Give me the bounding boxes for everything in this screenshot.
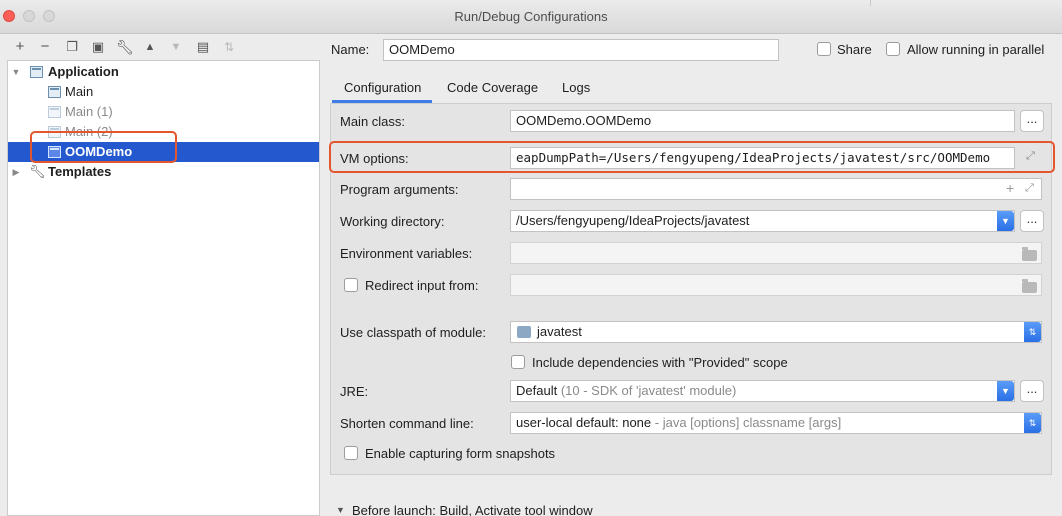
include-provided-checkbox[interactable]	[511, 355, 525, 369]
name-input[interactable]: OOMDemo	[383, 39, 779, 61]
tree-item-label: Templates	[48, 164, 112, 179]
redirect-input-field[interactable]	[510, 274, 1042, 296]
plus-icon[interactable]: +	[12, 38, 28, 56]
expand-arrow-icon[interactable]: ▼	[336, 505, 345, 515]
main-class-input[interactable]: OOMDemo.OOMDemo	[510, 110, 1015, 132]
environment-variables-input[interactable]	[510, 242, 1042, 264]
include-provided-label: Include dependencies with "Provided" sco…	[532, 355, 788, 370]
redirect-input-checkbox[interactable]	[344, 278, 358, 292]
application-icon	[48, 86, 61, 98]
capture-snapshots-checkbox[interactable]	[344, 446, 358, 460]
before-launch-label[interactable]: Before launch: Build, Activate tool wind…	[352, 503, 593, 516]
window-title: Run/Debug Configurations	[454, 9, 608, 24]
tree-item-application[interactable]: ▼ Application	[8, 62, 319, 82]
annotation-highlight-box	[329, 141, 1055, 173]
application-icon	[48, 106, 61, 118]
tab-configuration[interactable]: Configuration	[344, 78, 421, 98]
classpath-module-label: Use classpath of module:	[340, 325, 486, 340]
jre-hint: (10 - SDK of 'javatest' module)	[560, 383, 737, 398]
jre-browse-button[interactable]: ...	[1020, 380, 1044, 402]
program-arguments-input[interactable]	[510, 178, 1042, 200]
tree-item-label: Main	[65, 84, 94, 99]
jre-select[interactable]: Default (10 - SDK of 'javatest' module)	[510, 380, 1015, 402]
allow-parallel-label: Allow running in parallel	[907, 42, 1045, 57]
tree-item-main-1[interactable]: Main (1)	[8, 102, 319, 122]
configuration-editor: Name: OOMDemo Share Allow running in par…	[320, 34, 1062, 516]
main-class-label: Main class:	[340, 114, 406, 129]
configurations-tree: ▼ Application Main Main (1) Main (2) OOM…	[7, 60, 320, 516]
working-directory-label: Working directory:	[340, 214, 445, 229]
expand-arrow-icon[interactable]: ▼	[10, 62, 22, 82]
application-icon	[30, 66, 43, 78]
configurations-sidebar: + − ❐ ▣ 🔧︎ ▲ ▼ ▤ ⇅ ▼ Application Main Ma…	[0, 34, 320, 516]
tab-bar: Configuration Code Coverage Logs	[320, 74, 1062, 102]
program-arguments-label: Program arguments:	[340, 182, 459, 197]
wrench-icon[interactable]: 🔧︎	[116, 38, 134, 56]
chevron-updown-icon[interactable]: ⇅	[1024, 413, 1041, 433]
environment-variables-label: Environment variables:	[340, 246, 473, 261]
tree-item-label: Main (1)	[65, 104, 113, 119]
annotation-highlight-box	[30, 131, 177, 163]
main-class-browse-button[interactable]: ...	[1020, 110, 1044, 132]
tree-item-main[interactable]: Main	[8, 82, 319, 102]
working-directory-input[interactable]: /Users/fengyupeng/IdeaProjects/javatest	[510, 210, 1015, 232]
shorten-command-line-label: Shorten command line:	[340, 416, 474, 431]
allow-parallel-checkbox[interactable]	[886, 42, 900, 56]
minus-icon[interactable]: −	[37, 38, 53, 56]
share-label: Share	[837, 42, 872, 57]
sort-icon: ⇅	[223, 40, 235, 54]
folder-icon[interactable]	[1022, 279, 1037, 293]
chevron-down-icon[interactable]: ▼	[997, 211, 1014, 231]
chevron-updown-icon[interactable]: ⇅	[1024, 322, 1041, 342]
share-checkbox[interactable]	[817, 42, 831, 56]
jre-label: JRE:	[340, 384, 369, 399]
copy-icon[interactable]: ❐	[64, 38, 80, 56]
title-bar: Run/Debug Configurations	[0, 0, 1062, 34]
tab-logs[interactable]: Logs	[562, 78, 590, 98]
save-icon[interactable]: ▣	[90, 38, 106, 56]
plus-icon[interactable]: +	[1006, 180, 1014, 196]
move-up-icon[interactable]: ▲	[142, 38, 158, 56]
chevron-down-icon[interactable]: ▼	[997, 381, 1014, 401]
capture-snapshots-label: Enable capturing form snapshots	[365, 446, 556, 461]
jre-value: Default	[516, 383, 558, 398]
classpath-module-select[interactable]: javatest	[510, 321, 1042, 343]
title-separator	[870, 0, 871, 6]
shorten-command-line-select[interactable]: user-local default: none - java [options…	[510, 412, 1042, 434]
name-label: Name:	[331, 42, 370, 57]
wrench-icon: 🔧︎	[29, 164, 46, 179]
working-directory-browse-button[interactable]: ...	[1020, 210, 1044, 232]
tree-item-templates[interactable]: ▶ 🔧︎ Templates	[8, 162, 319, 182]
folder-add-icon[interactable]: ▤	[195, 38, 211, 56]
module-folder-icon	[517, 326, 531, 338]
shorten-command-line-value: user-local default: none	[516, 415, 652, 430]
shorten-command-line-hint: - java [options] classname [args]	[654, 415, 842, 430]
folder-icon[interactable]	[1022, 247, 1037, 261]
tree-item-label: Application	[48, 64, 119, 79]
collapse-arrow-icon[interactable]: ▶	[10, 162, 22, 182]
tab-code-coverage[interactable]: Code Coverage	[447, 78, 538, 98]
expand-icon[interactable]: ⤢	[1025, 182, 1034, 195]
sidebar-toolbar: + − ❐ ▣ 🔧︎ ▲ ▼ ▤ ⇅	[0, 34, 320, 60]
redirect-input-label: Redirect input from:	[365, 278, 479, 293]
move-down-icon: ▼	[170, 41, 182, 53]
